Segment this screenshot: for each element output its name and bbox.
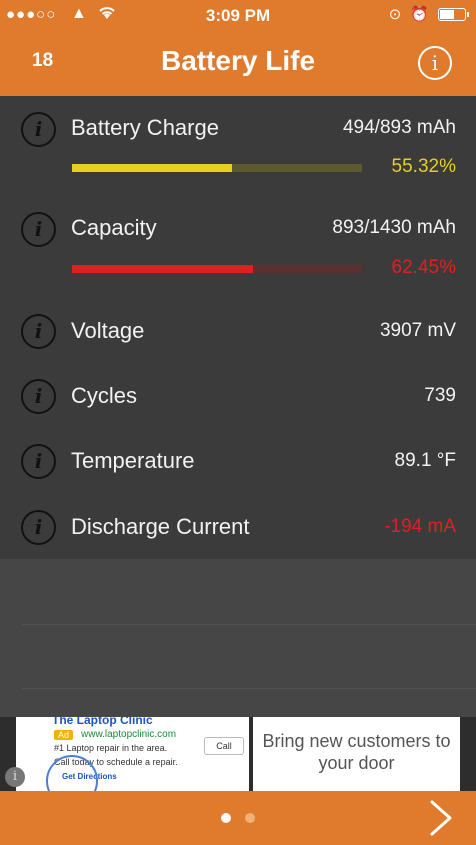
status-bar: ●●●○○ ▲ 3:09 PM ⊙ ⏰ xyxy=(0,0,476,32)
progress-bar-fill xyxy=(72,265,254,273)
row-label: Battery Charge xyxy=(71,115,219,140)
info-button-icon[interactable]: i xyxy=(418,46,452,80)
progress-bar xyxy=(72,265,362,273)
row-value: 494/893 mAh xyxy=(342,117,456,138)
empty-area xyxy=(0,559,476,717)
row-label: Capacity xyxy=(71,215,157,240)
ad-call-button: Call xyxy=(204,737,244,755)
alarm-icon: ⏰ xyxy=(410,6,429,23)
ad-badge: Ad xyxy=(54,730,74,740)
percent-label: 62.45% xyxy=(391,257,456,278)
progress-bar xyxy=(72,164,362,172)
ad-preview[interactable]: The Laptop Clinic Ad www.laptopclinic.co… xyxy=(16,717,249,791)
battery-stats-list: i Battery Charge 494/893 mAh 55.32% i Ca… xyxy=(0,96,476,559)
info-icon[interactable]: i xyxy=(21,444,56,479)
info-icon[interactable]: i xyxy=(21,510,56,545)
row-value: 3907 mV xyxy=(379,320,456,341)
ad-text-line: #1 Laptop repair in the area. xyxy=(54,743,168,753)
ad-headline: The Laptop Clinic xyxy=(52,717,153,727)
page-indicator-dot[interactable] xyxy=(245,813,255,823)
row-label: Temperature xyxy=(71,448,195,473)
info-icon[interactable]: i xyxy=(21,314,56,349)
chevron-right-icon[interactable] xyxy=(426,799,456,837)
ad-info-icon[interactable]: i xyxy=(5,767,25,787)
row-value: 89.1 °F xyxy=(394,450,456,471)
row-value: 739 xyxy=(424,385,456,406)
row-label: Discharge Current xyxy=(71,514,250,539)
header-bar: ●●●○○ ▲ 3:09 PM ⊙ ⏰ 18 Battery Life i xyxy=(0,0,476,96)
row-label: Voltage xyxy=(71,318,145,343)
page-title: Battery Life xyxy=(160,45,316,76)
info-icon[interactable]: i xyxy=(21,379,56,414)
row-label: Cycles xyxy=(71,383,138,408)
ad-text-panel[interactable]: Bring new customers to your door xyxy=(253,717,460,791)
page-indicator-dot-active[interactable] xyxy=(221,813,231,823)
info-icon[interactable]: i xyxy=(21,212,56,247)
divider xyxy=(22,688,476,689)
info-icon[interactable]: i xyxy=(21,112,56,147)
progress-bar-fill xyxy=(72,164,233,172)
footer-bar xyxy=(0,791,476,845)
ad-tagline: Bring new customers to your door xyxy=(262,731,451,773)
ad-banner[interactable]: The Laptop Clinic Ad www.laptopclinic.co… xyxy=(0,717,476,791)
ad-url: www.laptopclinic.com xyxy=(81,729,177,740)
rotation-lock-icon: ⊙ xyxy=(388,6,402,23)
percent-label: 55.32% xyxy=(391,156,456,177)
row-value: -194 mA xyxy=(384,516,456,537)
battery-icon xyxy=(438,7,469,21)
divider xyxy=(22,624,476,625)
row-value: 893/1430 mAh xyxy=(332,217,456,238)
